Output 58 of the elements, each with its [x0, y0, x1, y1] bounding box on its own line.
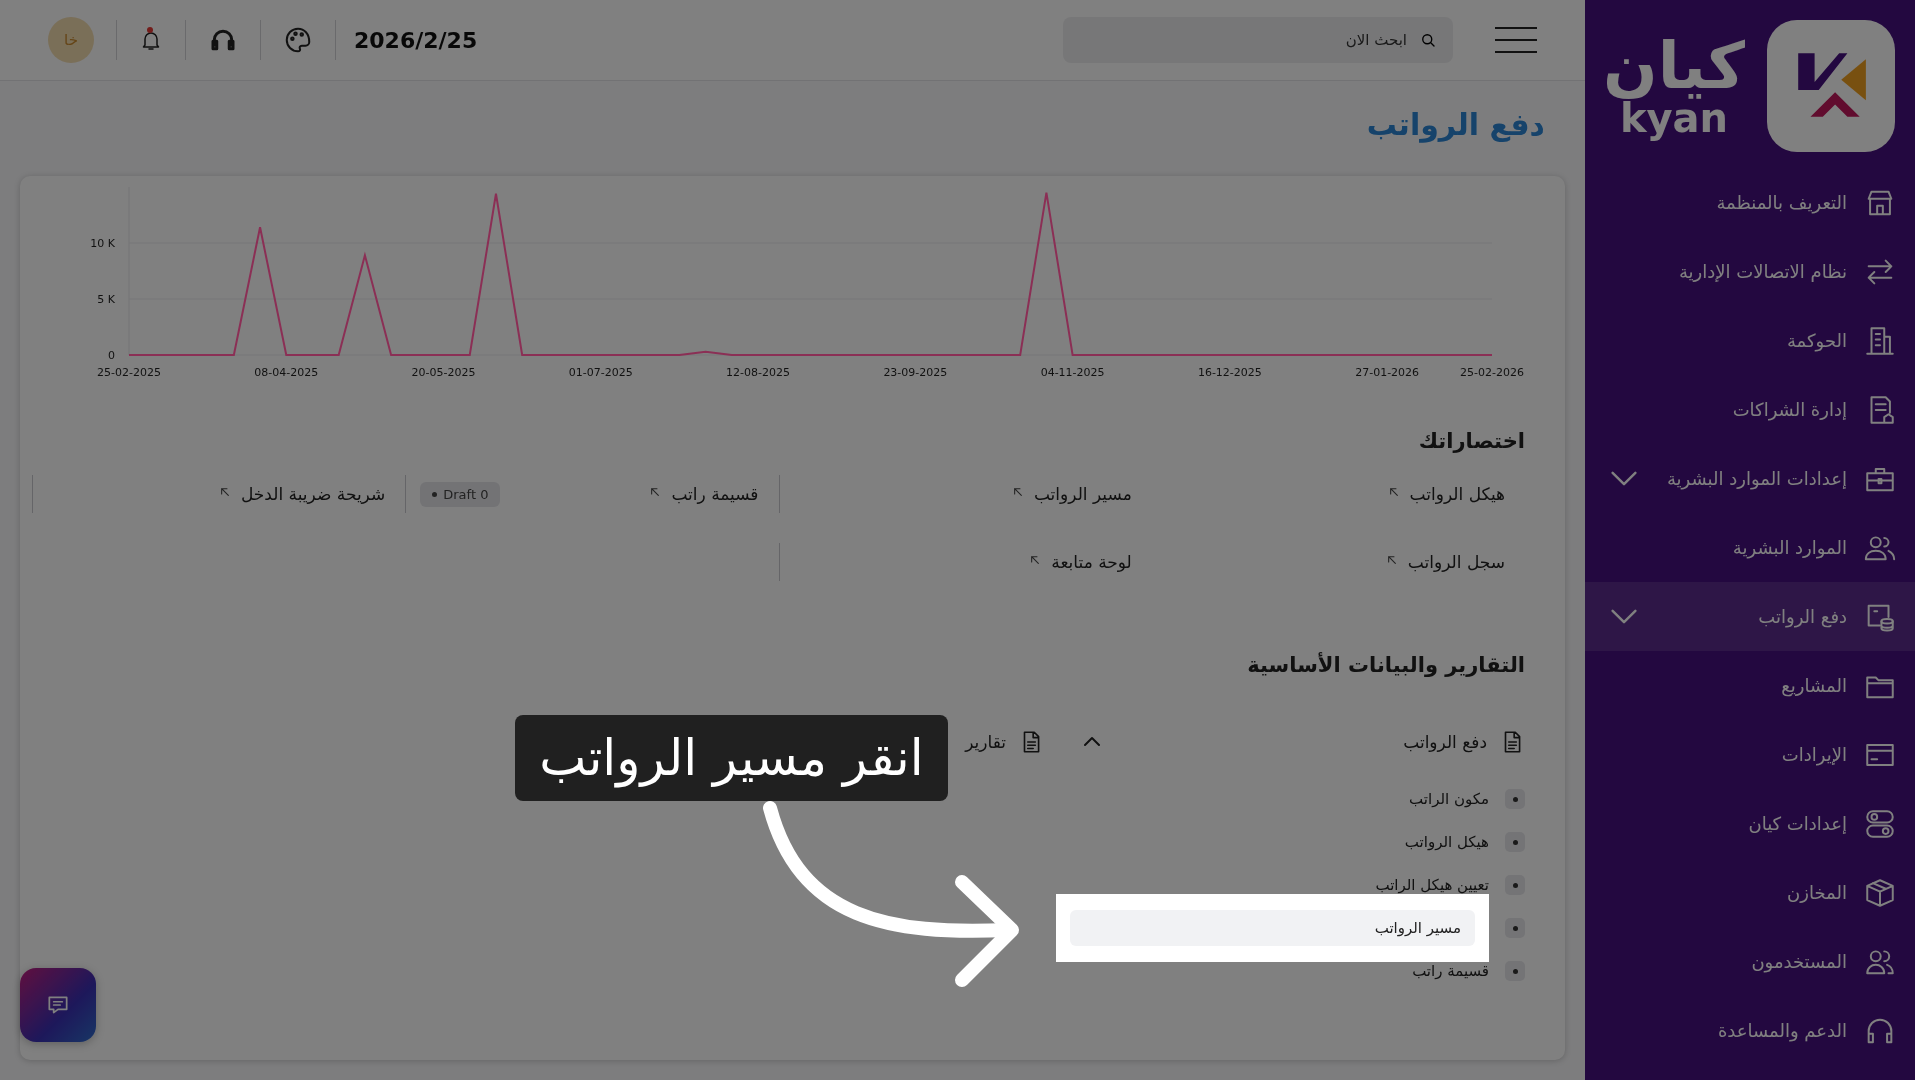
sidebar-item[interactable]: التعريف بالمنظمة: [1585, 168, 1915, 237]
shortcut-link[interactable]: قسيمة راتب: [671, 484, 759, 504]
shortcut-link[interactable]: شريحة ضريبة الدخل: [241, 484, 386, 504]
group-title[interactable]: دفع الرواتب: [1403, 732, 1487, 752]
axis-label: 08-04-2025: [254, 366, 319, 379]
axis-label: 23-09-2025: [883, 366, 948, 379]
axis-label: 25-02-2025: [97, 366, 161, 379]
sidebar-item[interactable]: المخازن: [1585, 858, 1915, 927]
axis-label: 16-12-2025: [1197, 366, 1262, 379]
report-link[interactable]: مسير الرواتب: [1070, 910, 1475, 946]
menu-button[interactable]: [1495, 27, 1537, 53]
page-title: دفع الرواتب: [1365, 106, 1546, 145]
sidebar-item[interactable]: إدارة الشراكات: [1585, 375, 1915, 444]
axis-label: 04-11-2025: [1040, 366, 1105, 379]
sidebar-item[interactable]: إعدادات كيان: [1585, 789, 1915, 858]
report-link[interactable]: قسيمة راتب: [1412, 962, 1489, 980]
sidebar-item[interactable]: الحوكمة: [1585, 306, 1915, 375]
bullet-icon: [1505, 961, 1525, 981]
sidebar-item[interactable]: إعدادات الموارد البشرية: [1585, 444, 1915, 513]
shortcut-link[interactable]: مسير الرواتب: [1033, 484, 1132, 504]
axis-label: 5 K: [97, 293, 115, 306]
sidebar-item[interactable]: دفع الرواتب: [1585, 582, 1915, 651]
axis-label: 27-01-2026: [1355, 366, 1420, 379]
axis-label: 10 K: [90, 237, 115, 250]
bullet-icon: [1505, 789, 1525, 809]
section-title: اختصاراتك: [1417, 429, 1525, 453]
date-text: 2026/2/25: [353, 27, 479, 53]
section-title: التقارير والبيانات الأساسية: [1246, 653, 1525, 677]
search-field[interactable]: ابحث الان: [1063, 17, 1453, 63]
report-link[interactable]: مكون الراتب: [1409, 790, 1489, 808]
bullet-icon: [1505, 875, 1525, 895]
tutorial-tooltip: انقر مسير الرواتب: [515, 715, 948, 801]
report-link[interactable]: تعيين هيكل الراتب: [1375, 876, 1489, 894]
sidebar-item[interactable]: نظام الاتصالات الإدارية: [1585, 237, 1915, 306]
palette-icon: [283, 25, 313, 55]
report-link[interactable]: هيكل الرواتب: [1404, 833, 1489, 851]
shortcut-link[interactable]: سجل الرواتب: [1407, 552, 1505, 572]
logo-text: كيان: [1603, 34, 1745, 98]
logo-icon: [1767, 20, 1895, 152]
sidebar-item[interactable]: المشاريع: [1585, 651, 1915, 720]
shortcut-link[interactable]: هيكل الرواتب: [1409, 484, 1505, 504]
shortcut-link[interactable]: لوحة متابعة: [1051, 552, 1132, 572]
bullet-icon: [1505, 918, 1525, 938]
axis-label: 25-02-2026: [1460, 366, 1524, 379]
group-title[interactable]: تقارير: [965, 732, 1006, 752]
axis-label: 01-07-2025: [568, 366, 633, 379]
chat-button[interactable]: [20, 968, 96, 1042]
axis-label: 0: [108, 349, 115, 362]
sidebar-item[interactable]: المستخدمون: [1585, 927, 1915, 996]
sidebar-item[interactable]: الدعم والمساعدة: [1585, 996, 1915, 1065]
search-icon: [1419, 31, 1437, 49]
sidebar-item[interactable]: الموارد البشرية: [1585, 513, 1915, 582]
axis-label: 20-05-2025: [411, 366, 476, 379]
axis-label: 12-08-2025: [726, 366, 791, 379]
sidebar-item[interactable]: الإيرادات: [1585, 720, 1915, 789]
status-badge: Draft 0: [420, 481, 501, 507]
search-input[interactable]: ابحث الان: [1079, 17, 1409, 63]
bullet-icon: [1505, 832, 1525, 852]
